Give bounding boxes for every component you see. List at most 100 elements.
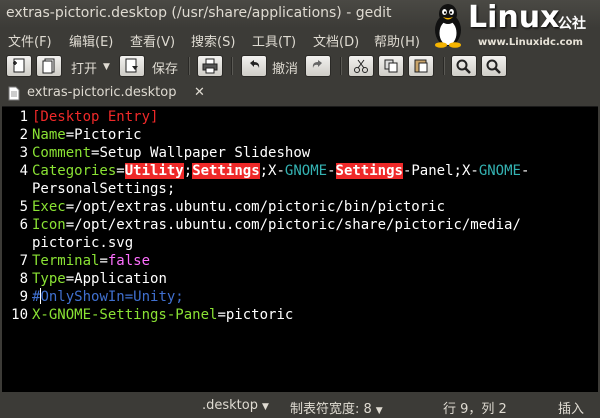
tab-label: extras-pictoric.desktop — [27, 85, 177, 100]
new-document-icon — [13, 58, 25, 73]
printer-icon — [202, 58, 218, 74]
value: - — [520, 163, 530, 179]
save-icon — [125, 58, 138, 73]
menu-help[interactable]: 帮助(H) — [374, 31, 420, 50]
code-line-wrapped: PersonalSettings; — [32, 180, 175, 198]
code-line: Categories=Utility;Settings;X-GNOME-Sett… — [32, 163, 530, 179]
comment: OnlyShowIn=Unity; — [40, 289, 184, 305]
value: /opt/extras.ubuntu.com/pictoric/bin/pict… — [74, 199, 446, 215]
value: Pictoric — [74, 127, 142, 143]
search-replace-icon — [486, 59, 501, 74]
save-button[interactable] — [119, 55, 145, 77]
key: Type — [32, 271, 66, 287]
open-document-button[interactable] — [36, 55, 62, 77]
tab-width-label: 制表符宽度: 8 — [290, 402, 372, 417]
undo-button[interactable] — [241, 55, 267, 77]
undo-icon — [250, 60, 260, 68]
menu-edit[interactable]: 编辑(E) — [69, 31, 113, 50]
code-line: #OnlyShowIn=Unity; — [32, 288, 184, 306]
menu-bar: 文件(F) 编辑(E) 查看(V) 搜索(S) 工具(T) 文档(D) 帮助(H… — [0, 28, 600, 50]
text-file-icon — [8, 86, 20, 101]
tab-width-selector[interactable]: 制表符宽度: 8 ▼ — [290, 398, 383, 417]
dropdown-arrow-icon: ▼ — [375, 406, 383, 416]
code-line: Terminal=false — [32, 253, 151, 269]
code-line: Name=Pictoric — [32, 127, 142, 143]
line-number: 5 — [19, 199, 28, 215]
value: Setup Wallpaper Slideshow — [99, 145, 311, 161]
redo-icon — [312, 60, 322, 68]
cut-button[interactable] — [348, 55, 374, 77]
find-button[interactable] — [451, 55, 477, 77]
menu-tools[interactable]: 工具(T) — [252, 31, 296, 50]
key: Exec — [32, 199, 66, 215]
value: Application — [74, 271, 167, 287]
tab-bar: extras-pictoric.desktop ✕ — [0, 82, 600, 106]
value: pictoric — [225, 307, 294, 323]
line-number: 3 — [19, 145, 28, 161]
line-number: 10 — [11, 307, 28, 323]
tab-document[interactable]: extras-pictoric.desktop ✕ — [2, 82, 212, 106]
value: ;X- — [259, 163, 285, 179]
dropdown-arrow-icon: ▼ — [262, 402, 269, 412]
toolbar-separator — [231, 57, 233, 75]
code-line: Icon=/opt/extras.ubuntu.com/pictoric/sha… — [32, 217, 521, 233]
language-label: .desktop — [202, 398, 258, 413]
language-selector[interactable]: .desktop ▼ — [202, 398, 269, 413]
boolean-value: false — [107, 253, 151, 269]
cursor-position: 行 9，列 2 — [443, 402, 507, 417]
value: PersonalSettings; — [32, 181, 176, 197]
new-document-button[interactable] — [6, 55, 32, 77]
line-number: 9 — [19, 289, 28, 305]
window-title: extras-pictoric.desktop (/usr/share/appl… — [6, 5, 392, 21]
line-number: 2 — [19, 127, 28, 143]
menu-view[interactable]: 查看(V) — [130, 31, 175, 50]
paste-button[interactable] — [408, 55, 434, 77]
menu-search[interactable]: 搜索(S) — [191, 31, 235, 50]
print-button[interactable] — [197, 55, 223, 77]
value: GNOME — [478, 163, 521, 179]
line-number: 7 — [19, 253, 28, 269]
key: X-GNOME-Settings-Panel — [32, 307, 218, 323]
status-bar: .desktop ▼ 制表符宽度: 8 ▼ 行 9，列 2 插入 — [0, 392, 600, 418]
key: Comment — [32, 145, 92, 161]
open-dropdown-icon[interactable]: ▼ — [103, 62, 110, 72]
menu-documents[interactable]: 文档(D) — [313, 31, 359, 50]
value: pictoric.svg — [32, 235, 134, 251]
redo-button[interactable] — [305, 55, 331, 77]
value: /opt/extras.ubuntu.com/pictoric/share/pi… — [74, 217, 521, 233]
search-icon — [456, 59, 471, 74]
code-line-wrapped: pictoric.svg — [32, 234, 133, 252]
find-replace-button[interactable] — [481, 55, 507, 77]
line-number: 6 — [19, 217, 28, 233]
key: Terminal — [32, 253, 100, 269]
undo-label[interactable]: 撤消 — [272, 58, 298, 77]
save-label[interactable]: 保存 — [152, 58, 178, 77]
paste-icon — [414, 59, 428, 73]
menu-file[interactable]: 文件(F) — [8, 31, 52, 50]
key: Categories — [32, 163, 117, 179]
highlighted-value: Utility — [124, 163, 184, 179]
scissors-icon — [354, 59, 368, 73]
gedit-window: extras-pictoric.desktop (/usr/share/appl… — [0, 0, 600, 418]
key: Icon — [32, 217, 66, 233]
open-label[interactable]: 打开 — [71, 58, 97, 77]
close-icon[interactable]: ✕ — [194, 85, 205, 100]
code-line: Comment=Setup Wallpaper Slideshow — [32, 145, 311, 161]
text-editor[interactable]: 1 2 3 4 5 6 7 8 9 10 [Desktop Entry] Nam… — [2, 106, 598, 392]
line-number: 1 — [19, 109, 28, 125]
toolbar-separator — [188, 57, 190, 75]
value: - — [327, 163, 336, 179]
copy-button[interactable] — [378, 55, 404, 77]
copy-icon — [384, 59, 398, 73]
line-number: 4 — [19, 163, 28, 179]
code-line: Type=Application — [32, 271, 167, 287]
toolbar-separator — [443, 57, 445, 75]
value: -Panel;X- — [402, 163, 479, 179]
line-number: 8 — [19, 271, 28, 287]
value: GNOME — [284, 163, 328, 179]
key: Name — [32, 127, 66, 143]
document-icon — [42, 58, 55, 74]
section-header: [Desktop Entry] — [32, 109, 159, 125]
highlighted-value: Settings — [335, 163, 403, 179]
code-line: Exec=/opt/extras.ubuntu.com/pictoric/bin… — [32, 199, 446, 215]
